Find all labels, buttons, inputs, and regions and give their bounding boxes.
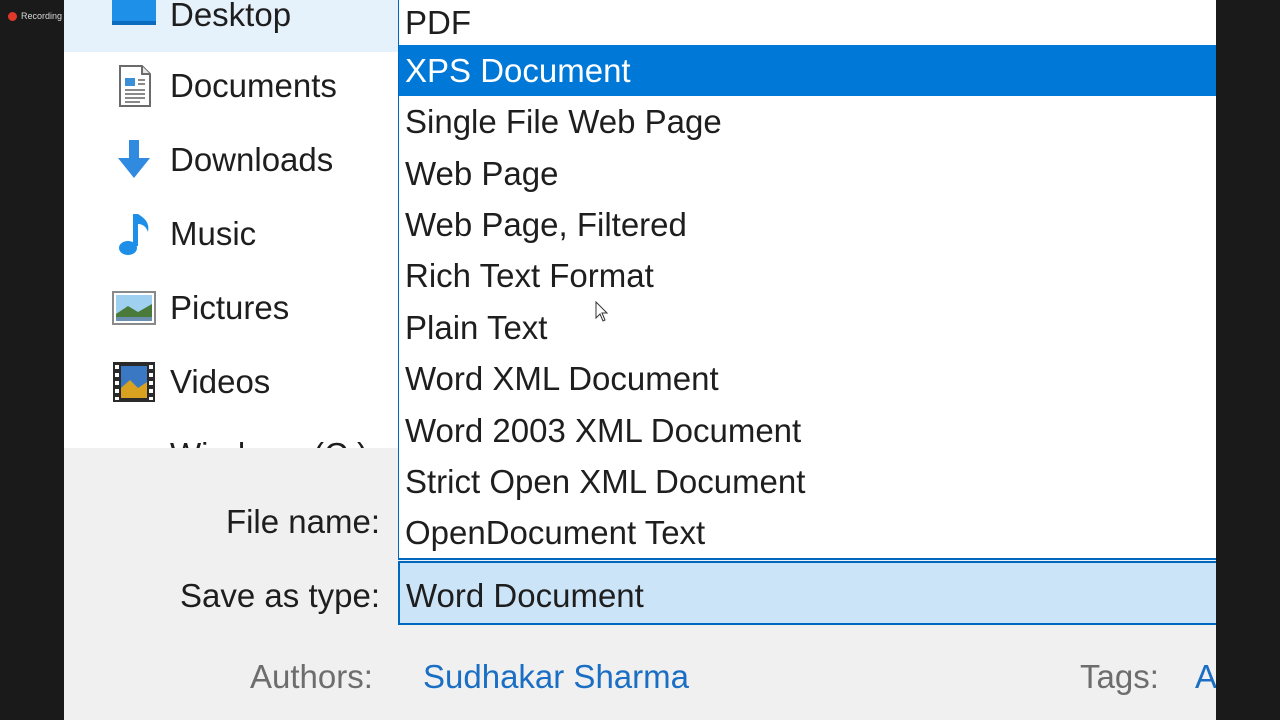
dropdown-option-pdf[interactable]: PDF <box>399 0 1216 48</box>
authors-field[interactable]: Sudhakar Sharma <box>423 658 689 696</box>
dropdown-option-opendocument-text[interactable]: OpenDocument Text <box>399 507 1216 558</box>
nav-item-downloads[interactable]: Downloads <box>64 123 398 197</box>
dropdown-option-rich-text-format[interactable]: Rich Text Format <box>399 250 1216 301</box>
nav-item-windows-drive[interactable]: Windows (C:) <box>64 418 398 448</box>
tags-label: Tags: <box>1080 658 1159 695</box>
dropdown-option-web-page-filtered[interactable]: Web Page, Filtered <box>399 199 1216 250</box>
authors-label: Authors: <box>250 658 373 695</box>
dropdown-option-single-file-web-page[interactable]: Single File Web Page <box>399 96 1216 147</box>
tags-field[interactable]: Add a tag <box>1195 658 1216 696</box>
save-as-type-label: Save as type: <box>180 577 380 614</box>
dropdown-option-web-page[interactable]: Web Page <box>399 148 1216 199</box>
nav-item-label: Pictures <box>170 289 290 326</box>
desktop-icon <box>112 0 156 25</box>
dropdown-option-plain-text[interactable]: Plain Text <box>399 302 1216 353</box>
dropdown-option-strict-open-xml-document[interactable]: Strict Open XML Document <box>399 456 1216 507</box>
nav-item-pictures[interactable]: Pictures <box>64 271 398 345</box>
mouse-pointer-icon <box>595 301 609 322</box>
recording-label: Recording <box>21 11 63 21</box>
documents-icon <box>119 65 151 107</box>
save-as-type-select[interactable]: Word Document <box>398 561 1216 625</box>
music-icon <box>119 214 149 255</box>
record-icon <box>8 11 17 21</box>
drive-icon <box>110 431 158 448</box>
nav-item-label: Documents <box>170 67 337 104</box>
nav-item-label: Videos <box>170 363 271 400</box>
downloads-icon <box>118 140 150 178</box>
nav-item-label: Music <box>170 215 257 252</box>
nav-item-label: Windows (C:) <box>170 436 368 448</box>
nav-item-label: Desktop <box>170 0 292 33</box>
navigation-pane[interactable]: Desktop Documents Downloads Music Pictur… <box>64 0 398 448</box>
videos-icon <box>113 362 155 402</box>
nav-item-music[interactable]: Music <box>64 197 398 271</box>
save-as-dialog: Desktop Documents Downloads Music Pictur… <box>64 0 1216 720</box>
dropdown-option-xps-document[interactable]: XPS Document <box>399 45 1216 96</box>
nav-item-documents[interactable]: Documents <box>64 49 398 123</box>
pictures-icon <box>112 291 156 325</box>
nav-item-desktop[interactable]: Desktop <box>64 0 398 52</box>
nav-item-videos[interactable]: Videos <box>64 345 398 419</box>
save-as-type-dropdown-list[interactable]: PDF XPS Document Single File Web Page We… <box>398 0 1216 560</box>
save-as-type-value: Word Document <box>406 577 644 614</box>
file-name-label: File name: <box>225 503 380 540</box>
dropdown-option-word-2003-xml-document[interactable]: Word 2003 XML Document <box>399 405 1216 456</box>
screen: Recording Desktop Documents Downloads Mu… <box>0 0 1280 720</box>
recording-indicator: Recording <box>8 9 64 23</box>
nav-item-label: Downloads <box>170 141 334 178</box>
dropdown-option-word-xml-document[interactable]: Word XML Document <box>399 353 1216 404</box>
